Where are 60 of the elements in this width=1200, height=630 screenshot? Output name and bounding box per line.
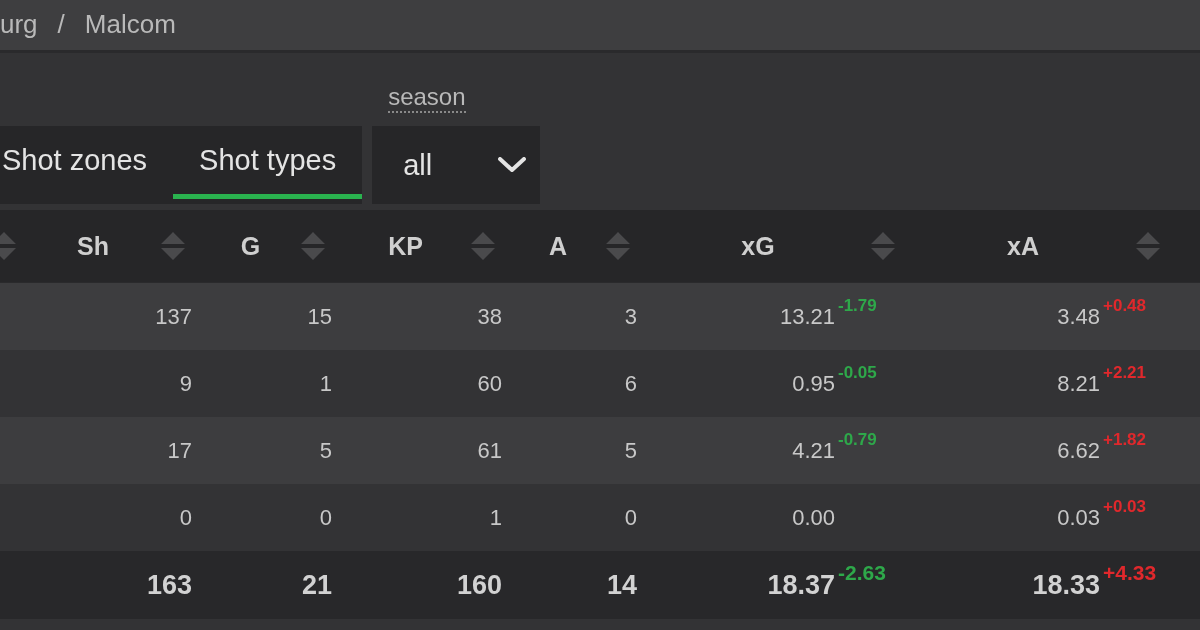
total-value: 163	[146, 569, 192, 601]
delta-value: +2.21	[1103, 362, 1146, 383]
total-value: 14	[606, 569, 637, 601]
column-header: Sh	[77, 231, 109, 261]
column-header: A	[548, 231, 568, 261]
stat-value: 3	[624, 303, 637, 330]
sort-icon[interactable]	[161, 231, 185, 261]
delta-value: -0.05	[838, 362, 877, 383]
stat-value: 15	[307, 303, 332, 330]
stat-value: 0	[624, 504, 637, 531]
stat-value: 0.95	[792, 370, 835, 397]
tab[interactable]: Shot zones	[0, 126, 174, 199]
season-label: season	[388, 83, 466, 113]
column-header: xA	[1007, 231, 1039, 261]
delta-value: -2.63	[838, 561, 886, 585]
chevron-down-icon	[498, 157, 527, 173]
stat-value: 60	[477, 370, 502, 397]
column-header: G	[240, 231, 261, 261]
stat-value: 0	[319, 504, 332, 531]
delta-value: +0.48	[1103, 295, 1146, 316]
stat-value: 6.62	[1057, 437, 1100, 464]
stat-value: 1	[489, 504, 502, 531]
season-dropdown[interactable]: all	[372, 126, 541, 204]
stat-value: 0	[179, 504, 192, 531]
stat-value: 9	[179, 370, 192, 397]
breadcrumb-separator: /	[57, 8, 65, 39]
column-header: xG	[741, 231, 775, 261]
total-value: 160	[456, 569, 502, 601]
stat-value: 0.03	[1057, 504, 1100, 531]
delta-value: -1.79	[838, 295, 877, 316]
stat-value: 3.48	[1057, 303, 1100, 330]
stat-value: 4.21	[792, 437, 835, 464]
sort-icon[interactable]	[606, 231, 630, 261]
stat-value: 137	[155, 303, 192, 330]
sort-icon[interactable]	[1136, 231, 1160, 261]
stat-value: 61	[477, 437, 502, 464]
stat-value: 6	[624, 370, 637, 397]
sort-icon[interactable]	[871, 231, 895, 261]
stat-value: 5	[319, 437, 332, 464]
breadcrumb-link[interactable]: urg	[0, 8, 38, 39]
stat-value: 8.21	[1057, 370, 1100, 397]
column-header: KP	[388, 231, 423, 261]
tab[interactable]: Shot types	[173, 126, 363, 199]
sort-icon[interactable]	[0, 231, 16, 261]
sort-icon[interactable]	[471, 231, 495, 261]
total-value: 21	[301, 569, 332, 601]
stat-value: 38	[477, 303, 502, 330]
stat-value: 0.00	[792, 504, 835, 531]
stat-value: 17	[167, 437, 192, 464]
delta-value: +0.03	[1103, 496, 1146, 517]
sort-icon[interactable]	[301, 231, 325, 261]
total-value: 18.33	[1032, 569, 1100, 601]
delta-value: -0.79	[838, 429, 877, 450]
delta-value: +4.33	[1103, 561, 1157, 585]
stat-value: 5	[624, 437, 637, 464]
total-value: 18.37	[767, 569, 835, 601]
stat-value: 13.21	[779, 303, 835, 330]
stat-value: 1	[319, 370, 332, 397]
delta-value: +1.82	[1103, 429, 1146, 450]
breadcrumb-current: Malcom	[84, 8, 176, 39]
